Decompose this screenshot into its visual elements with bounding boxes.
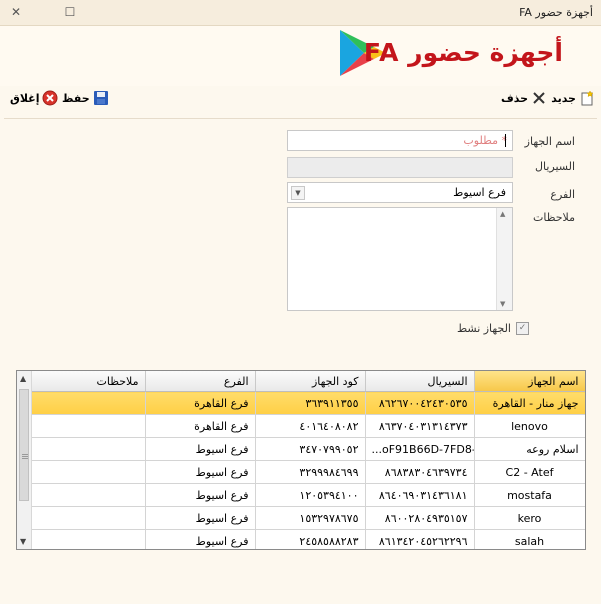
cell-device-name[interactable]: salah <box>474 529 585 549</box>
serial-label: السيريال <box>534 160 575 173</box>
cell-code[interactable]: ٣٤٧٠٧٩٩٠٥٢ <box>255 437 366 461</box>
cell-device-name[interactable]: mostafa <box>474 483 585 507</box>
maximize-window-icon[interactable]: ☐ <box>62 5 78 19</box>
cell-device-name[interactable]: اسلام روعه <box>474 437 585 461</box>
cell-device-name[interactable]: جهاز منار - القاهرة <box>474 391 585 415</box>
save-button[interactable]: حفظ <box>62 88 109 108</box>
device-name-label: اسم الجهاز <box>524 135 575 148</box>
cell-device-name[interactable]: C2 - Atef <box>474 460 585 484</box>
cell-notes[interactable] <box>32 529 146 549</box>
cell-branch[interactable]: فرع اسيوط <box>145 506 256 530</box>
cell-notes[interactable] <box>32 391 146 415</box>
notes-textarea[interactable]: ▲ ▼ <box>287 207 513 311</box>
delete-button[interactable]: حذف <box>501 88 547 108</box>
column-header-branch[interactable]: الفرع <box>145 371 256 392</box>
notes-scrollbar[interactable]: ▲ ▼ <box>496 208 512 310</box>
scroll-up-icon[interactable]: ▲ <box>500 210 505 218</box>
cell-code[interactable]: ٣٢٩٩٩٨٤٦٩٩ <box>255 460 366 484</box>
table-row[interactable]: mostafa ٨٦٤٠٦٩٠٣١٤٣٦١٨١ ١٢٠٥٣٩٤١٠٠ فرع اسيو… <box>32 483 585 507</box>
new-button[interactable]: جديد <box>551 88 595 108</box>
branch-label: الفرع <box>550 188 575 201</box>
cell-notes[interactable] <box>32 437 146 461</box>
column-header-notes[interactable]: ملاحظات <box>32 371 146 392</box>
cell-serial[interactable]: ٨٦٨٣٨٣٠٤٦٣٩٧٣٤ <box>365 460 475 484</box>
delete-icon <box>533 92 545 104</box>
grid-scroll-up-icon[interactable]: ▲ <box>20 374 26 383</box>
active-checkbox-row[interactable]: ✓ الجهاز نشط <box>457 322 529 335</box>
grid-scrollbar[interactable]: ▲ ▼ <box>17 371 32 549</box>
cell-branch[interactable]: فرع اسيوط <box>145 460 256 484</box>
cell-branch[interactable]: فرع اسيوط <box>145 529 256 549</box>
close-label: إغلاق <box>10 91 40 105</box>
cell-branch[interactable]: فرع القاهرة <box>145 414 256 438</box>
cell-serial[interactable]: ٨٦٠٠٢٨٠٤٩٣٥١٥٧ <box>365 506 475 530</box>
cell-branch[interactable]: فرع اسيوط <box>145 483 256 507</box>
toolbar-divider <box>4 118 597 119</box>
active-label: الجهاز نشط <box>456 322 511 335</box>
branch-select[interactable]: فرع اسيوط ▼ <box>287 182 513 203</box>
dropdown-arrow-icon[interactable]: ▼ <box>291 186 305 200</box>
cell-serial[interactable]: ٨٦٤٠٦٩٠٣١٤٣٦١٨١ <box>365 483 475 507</box>
cell-code[interactable]: ٤٠١٦٤٠٨٠٨٢ <box>255 414 366 438</box>
cell-code[interactable]: ١٢٠٥٣٩٤١٠٠ <box>255 483 366 507</box>
cell-serial[interactable]: ٨٦٢٦٧٠٠٤٢٤٣٠٥٣٥ <box>365 391 475 415</box>
new-label: جديد <box>551 91 576 105</box>
toolbar: جديد حذف حفظ إغلاق <box>0 86 601 112</box>
cell-serial[interactable]: ٨٦٣٧٠٤٠٣١٣١٤٣٧٣ <box>365 414 475 438</box>
grid-scroll-thumb[interactable] <box>19 389 29 501</box>
close-window-icon[interactable]: ✕ <box>8 5 24 19</box>
cell-serial[interactable]: ٨٦١٣٤٢٠٤٥٢٦٢٢٩٦ <box>365 529 475 549</box>
cell-branch[interactable]: فرع اسيوط <box>145 437 256 461</box>
notes-label: ملاحظات <box>533 211 575 224</box>
devices-table: اسم الجهاز السيريال كود الجهاز الفرع ملا… <box>32 371 585 549</box>
scroll-down-icon[interactable]: ▼ <box>500 300 505 308</box>
cell-serial[interactable]: ...oF91B66D-7FD8-4 <box>365 437 475 461</box>
table-row[interactable]: اسلام روعه ...oF91B66D-7FD8-4 ٣٤٧٠٧٩٩٠٥٢ فر… <box>32 437 585 461</box>
active-checkbox[interactable]: ✓ <box>516 322 529 335</box>
serial-field <box>287 157 513 178</box>
table-row[interactable]: lenovo ٨٦٣٧٠٤٠٣١٣١٤٣٧٣ ٤٠١٦٤٠٨٠٨٢ فرع القاه… <box>32 414 585 438</box>
new-file-icon <box>581 90 594 106</box>
cell-code[interactable]: ٢٤٥٨٥٨٨٢٨٣ <box>255 529 366 549</box>
device-name-input[interactable] <box>288 131 512 150</box>
column-header-serial[interactable]: السيريال <box>365 371 475 392</box>
cell-notes[interactable] <box>32 506 146 530</box>
delete-label: حذف <box>500 91 528 105</box>
grid-header-row: اسم الجهاز السيريال كود الجهاز الفرع ملا… <box>32 371 585 392</box>
grid-scroll-down-icon[interactable]: ▼ <box>20 537 26 546</box>
cell-notes[interactable] <box>32 483 146 507</box>
close-circle-icon <box>42 90 58 106</box>
table-row[interactable]: جهاز منار - القاهرة ٨٦٢٦٧٠٠٤٢٤٣٠٥٣٥ ٣٦٣٩١١… <box>32 391 585 415</box>
column-header-device-name[interactable]: اسم الجهاز <box>474 371 585 392</box>
device-name-field[interactable] <box>287 130 513 151</box>
cell-device-name[interactable]: lenovo <box>474 414 585 438</box>
column-header-code[interactable]: كود الجهاز <box>255 371 366 392</box>
cell-device-name[interactable]: kero <box>474 506 585 530</box>
table-row[interactable]: salah ٨٦١٣٤٢٠٤٥٢٦٢٢٩٦ ٢٤٥٨٥٨٨٢٨٣ فرع اسيوط <box>32 529 585 549</box>
cell-code[interactable]: ٣٦٣٩١١٣٥٥ <box>255 391 366 415</box>
window-title: أجهزة حضور FA <box>519 6 593 19</box>
cell-code[interactable]: ١٥٣٢٩٧٨٦٧٥ <box>255 506 366 530</box>
header-banner: أجهزة حضور FA <box>0 26 601 86</box>
text-caret <box>505 134 506 147</box>
title-bar: ✕ ☐ أجهزة حضور FA <box>0 0 601 26</box>
branch-value: فرع اسيوط <box>453 186 506 199</box>
cell-notes[interactable] <box>32 460 146 484</box>
devices-grid: ▲ ▼ اسم الجهاز السيريال كود الجهاز الفرع… <box>16 370 586 550</box>
save-label: حفظ <box>62 91 90 105</box>
cell-notes[interactable] <box>32 414 146 438</box>
table-row[interactable]: C2 - Atef ٨٦٨٣٨٣٠٤٦٣٩٧٣٤ ٣٢٩٩٩٨٤٦٩٩ فرع اسي… <box>32 460 585 484</box>
save-icon <box>93 91 108 105</box>
close-button[interactable]: إغلاق <box>10 88 58 108</box>
cell-branch[interactable]: فرع القاهرة <box>145 391 256 415</box>
table-row[interactable]: kero ٨٦٠٠٢٨٠٤٩٣٥١٥٧ ١٥٣٢٩٧٨٦٧٥ فرع اسيوط <box>32 506 585 530</box>
app-heading: أجهزة حضور FA <box>363 38 563 67</box>
